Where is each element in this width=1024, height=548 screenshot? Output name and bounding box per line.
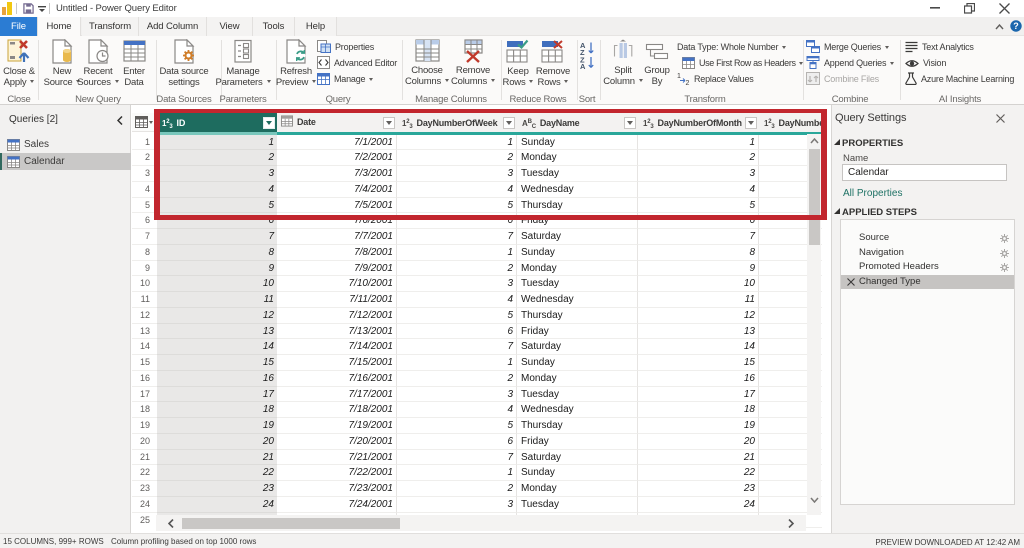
svg-text:?: ? — [1013, 21, 1019, 31]
svg-text:1: 1 — [677, 73, 681, 80]
svg-text:A: A — [580, 62, 586, 69]
svg-text:2: 2 — [686, 80, 690, 85]
